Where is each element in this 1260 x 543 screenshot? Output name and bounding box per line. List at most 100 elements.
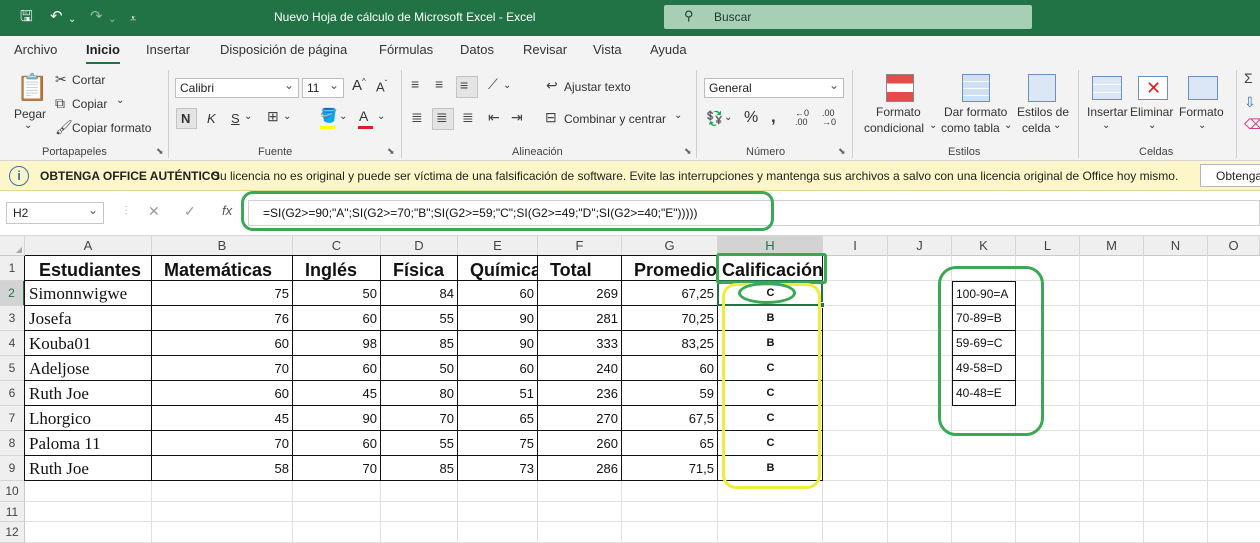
column-header-m[interactable]: M xyxy=(1080,236,1144,256)
number-cell[interactable]: 45 xyxy=(152,406,293,431)
number-cell[interactable]: 70 xyxy=(152,356,293,381)
fill-color-dropdown-icon[interactable]: ⌄ xyxy=(339,111,347,122)
row-header-9[interactable]: 9 xyxy=(0,456,25,481)
clear-icon[interactable]: ⌫ xyxy=(1244,116,1260,133)
paste-button[interactable]: Pegar xyxy=(14,107,46,121)
cut-button[interactable]: Cortar xyxy=(72,73,105,87)
delete-cells-button[interactable]: Eliminar xyxy=(1130,105,1173,119)
header-cell[interactable]: Promedio xyxy=(622,256,718,281)
number-cell[interactable]: 60 xyxy=(458,281,538,306)
header-cell[interactable]: Matemáticas xyxy=(152,256,293,281)
tab-revisar[interactable]: Revisar xyxy=(523,42,567,57)
student-name-cell[interactable]: Kouba01 xyxy=(25,331,152,356)
number-cell[interactable]: 85 xyxy=(381,456,458,481)
copy-button[interactable]: Copiar xyxy=(72,97,107,111)
row-header-2[interactable]: 2 xyxy=(0,281,25,306)
number-cell[interactable]: 333 xyxy=(538,331,622,356)
header-cell[interactable]: Total xyxy=(538,256,622,281)
borders-icon[interactable]: ⊞ xyxy=(267,108,279,125)
select-all-corner[interactable]: ◢ xyxy=(0,236,25,256)
number-cell[interactable]: 67,5 xyxy=(622,406,718,431)
column-header-e[interactable]: E xyxy=(458,236,538,256)
tab-vista[interactable]: Vista xyxy=(593,42,622,57)
student-name-cell[interactable]: Ruth Joe xyxy=(25,456,152,481)
insert-cells-button[interactable]: Insertar xyxy=(1087,105,1128,119)
column-header-l[interactable]: L xyxy=(1016,236,1080,256)
number-cell[interactable]: 55 xyxy=(381,431,458,456)
format-as-table-button[interactable]: Dar formato xyxy=(944,105,1007,119)
number-cell[interactable]: 84 xyxy=(381,281,458,306)
number-cell[interactable]: 75 xyxy=(458,431,538,456)
number-cell[interactable]: 286 xyxy=(538,456,622,481)
copy-dropdown-icon[interactable]: ⌄ xyxy=(116,95,124,106)
column-header-k[interactable]: K xyxy=(952,236,1016,256)
number-cell[interactable]: 260 xyxy=(538,431,622,456)
number-cell[interactable]: 50 xyxy=(381,356,458,381)
column-header-d[interactable]: D xyxy=(381,236,458,256)
number-cell[interactable]: 71,5 xyxy=(622,456,718,481)
row-header-11[interactable]: 11 xyxy=(0,502,25,522)
paste-dropdown-icon[interactable]: ⌄ xyxy=(24,120,32,131)
grow-font-icon[interactable]: A^ xyxy=(352,77,366,94)
column-header-b[interactable]: B xyxy=(152,236,293,256)
decrease-decimal-icon[interactable]: .00 →0 xyxy=(822,109,836,127)
number-cell[interactable]: 60 xyxy=(152,381,293,406)
number-cell[interactable]: 236 xyxy=(538,381,622,406)
wrap-text-button[interactable]: Ajustar texto xyxy=(564,80,631,94)
number-cell[interactable]: 55 xyxy=(381,306,458,331)
insert-function-icon[interactable]: fx xyxy=(222,203,232,218)
italic-button[interactable]: K xyxy=(207,111,216,126)
student-name-cell[interactable]: Lhorgico xyxy=(25,406,152,431)
header-cell[interactable]: Estudiantes xyxy=(25,256,152,281)
tab-ayuda[interactable]: Ayuda xyxy=(650,42,687,57)
clipboard-launcher-icon[interactable]: ⬊ xyxy=(156,146,164,157)
comma-style-icon[interactable]: , xyxy=(771,107,776,127)
number-cell[interactable]: 70 xyxy=(381,406,458,431)
number-cell[interactable]: 281 xyxy=(538,306,622,331)
row-header-8[interactable]: 8 xyxy=(0,431,25,456)
underline-button[interactable]: S xyxy=(231,111,240,126)
delete-dropdown-icon[interactable]: ⌄ xyxy=(1148,120,1156,131)
number-cell[interactable]: 60 xyxy=(293,306,381,331)
format-cells-button[interactable]: Formato xyxy=(1179,105,1224,119)
number-cell[interactable]: 269 xyxy=(538,281,622,306)
row-header-7[interactable]: 7 xyxy=(0,406,25,431)
cell-styles-dropdown-icon[interactable]: ⌄ xyxy=(1053,120,1061,131)
paste-icon[interactable]: 📋 xyxy=(16,72,48,103)
number-cell[interactable]: 60 xyxy=(622,356,718,381)
align-top-icon[interactable]: ≡ xyxy=(411,76,419,92)
undo-icon[interactable]: ↶ xyxy=(50,8,63,26)
font-launcher-icon[interactable]: ⬊ xyxy=(387,146,395,157)
number-cell[interactable]: 60 xyxy=(293,431,381,456)
conditional-format-button[interactable]: Formato xyxy=(876,105,921,119)
number-cell[interactable]: 70 xyxy=(152,431,293,456)
tab-insertar[interactable]: Insertar xyxy=(146,42,190,57)
accounting-format-icon[interactable]: 💱 xyxy=(706,110,723,127)
autosum-icon[interactable]: Σ xyxy=(1244,70,1253,86)
search-box[interactable]: ⚲ Buscar xyxy=(664,5,1032,29)
decrease-indent-icon[interactable]: ⇤ xyxy=(488,109,500,126)
header-cell[interactable]: Física xyxy=(381,256,458,281)
number-cell[interactable]: 65 xyxy=(458,406,538,431)
row-header-5[interactable]: 5 xyxy=(0,356,25,381)
tab-formulas[interactable]: Fórmulas xyxy=(379,42,433,57)
number-cell[interactable]: 90 xyxy=(458,306,538,331)
number-cell[interactable]: 60 xyxy=(458,356,538,381)
row-header-1[interactable]: 1 xyxy=(0,256,25,281)
number-format-select[interactable]: General xyxy=(704,78,844,98)
redo-icon[interactable]: ↷ xyxy=(90,8,103,26)
column-header-i[interactable]: I xyxy=(823,236,888,256)
alignment-launcher-icon[interactable]: ⬊ xyxy=(684,146,692,157)
shrink-font-icon[interactable]: Aˇ xyxy=(376,79,387,94)
cell-styles-button[interactable]: Estilos de xyxy=(1017,105,1069,119)
format-dropdown-icon[interactable]: ⌄ xyxy=(1198,120,1206,131)
number-cell[interactable]: 60 xyxy=(152,331,293,356)
accounting-dropdown-icon[interactable]: ⌄ xyxy=(724,112,732,123)
conditional-dropdown-icon[interactable]: ⌄ xyxy=(929,120,937,131)
row-header-10[interactable]: 10 xyxy=(0,481,25,502)
font-family-select[interactable]: Calibri xyxy=(175,78,299,98)
row-header-6[interactable]: 6 xyxy=(0,381,25,406)
number-cell[interactable]: 65 xyxy=(622,431,718,456)
align-left-icon[interactable]: ≣ xyxy=(411,109,423,126)
number-cell[interactable]: 73 xyxy=(458,456,538,481)
